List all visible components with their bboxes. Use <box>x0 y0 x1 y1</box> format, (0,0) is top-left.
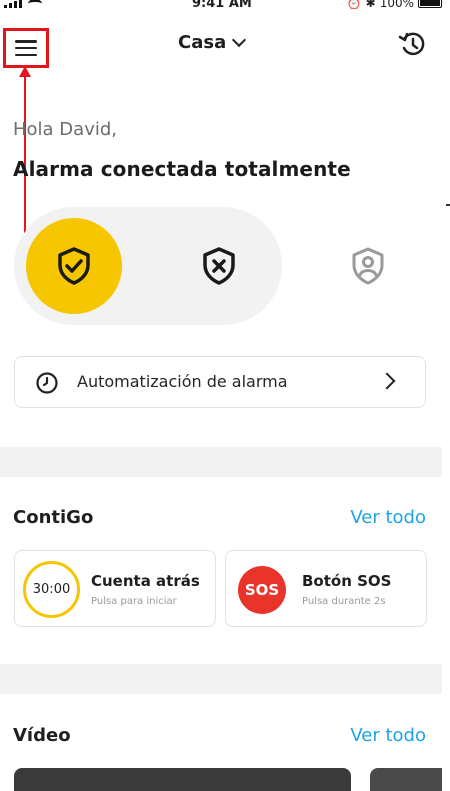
battery-percent: 100% <box>379 0 414 10</box>
menu-button[interactable] <box>3 28 49 68</box>
status-time: 9:41 AM <box>192 0 252 11</box>
contigo-section-title: ContiGo <box>13 507 94 528</box>
history-icon <box>398 32 425 56</box>
alarm-clock-icon: ⏰ <box>346 0 362 10</box>
status-left <box>4 0 42 8</box>
section-divider <box>0 664 442 694</box>
video-thumbnail[interactable] <box>370 768 442 791</box>
video-section-title: Vídeo <box>13 725 71 746</box>
status-right: ⏰ ✱ 100% <box>347 0 442 10</box>
location-label: Casa <box>178 32 227 53</box>
wifi-icon <box>28 0 42 8</box>
video-see-all-link[interactable]: Ver todo <box>350 725 426 746</box>
sos-badge: SOS <box>238 566 286 614</box>
greeting-text: Hola David, <box>13 119 117 140</box>
countdown-title: Cuenta atrás <box>91 572 200 590</box>
countdown-subtitle: Pulsa para iniciar <box>91 596 177 607</box>
edge-mark <box>446 204 450 206</box>
app-header: Casa <box>0 26 450 68</box>
contigo-see-all-link[interactable]: Ver todo <box>350 507 426 528</box>
chevron-right-icon <box>378 372 396 390</box>
countdown-card[interactable]: 30:00 Cuenta atrás Pulsa para iniciar <box>14 550 216 627</box>
location-selector[interactable]: Casa <box>178 32 247 53</box>
alarm-status-title: Alarma conectada totalmente <box>13 157 351 181</box>
shield-user-icon <box>352 247 384 285</box>
section-divider <box>0 447 442 477</box>
arm-partial-button[interactable] <box>338 236 398 296</box>
countdown-timer: 30:00 <box>23 561 80 618</box>
history-button[interactable] <box>396 28 428 60</box>
menu-icon <box>15 40 37 56</box>
shield-x-icon <box>203 247 235 285</box>
battery-icon <box>418 0 442 8</box>
sos-title: Botón SOS <box>302 572 392 590</box>
clock-icon <box>36 372 58 394</box>
automation-label: Automatización de alarma <box>77 372 288 391</box>
disarm-button[interactable] <box>189 236 249 296</box>
status-bar: 9:41 AM ⏰ ✱ 100% <box>0 0 450 14</box>
alarm-automation-card[interactable]: Automatización de alarma <box>14 356 426 408</box>
chevron-down-icon <box>232 32 247 47</box>
arm-total-button[interactable] <box>26 218 122 314</box>
video-thumbnail[interactable] <box>14 768 351 791</box>
sos-card[interactable]: SOS Botón SOS Pulsa durante 2s <box>225 550 427 627</box>
signal-icon <box>4 0 22 8</box>
shield-check-icon <box>58 247 90 285</box>
sos-subtitle: Pulsa durante 2s <box>302 596 386 607</box>
bluetooth-icon: ✱ <box>365 0 376 10</box>
